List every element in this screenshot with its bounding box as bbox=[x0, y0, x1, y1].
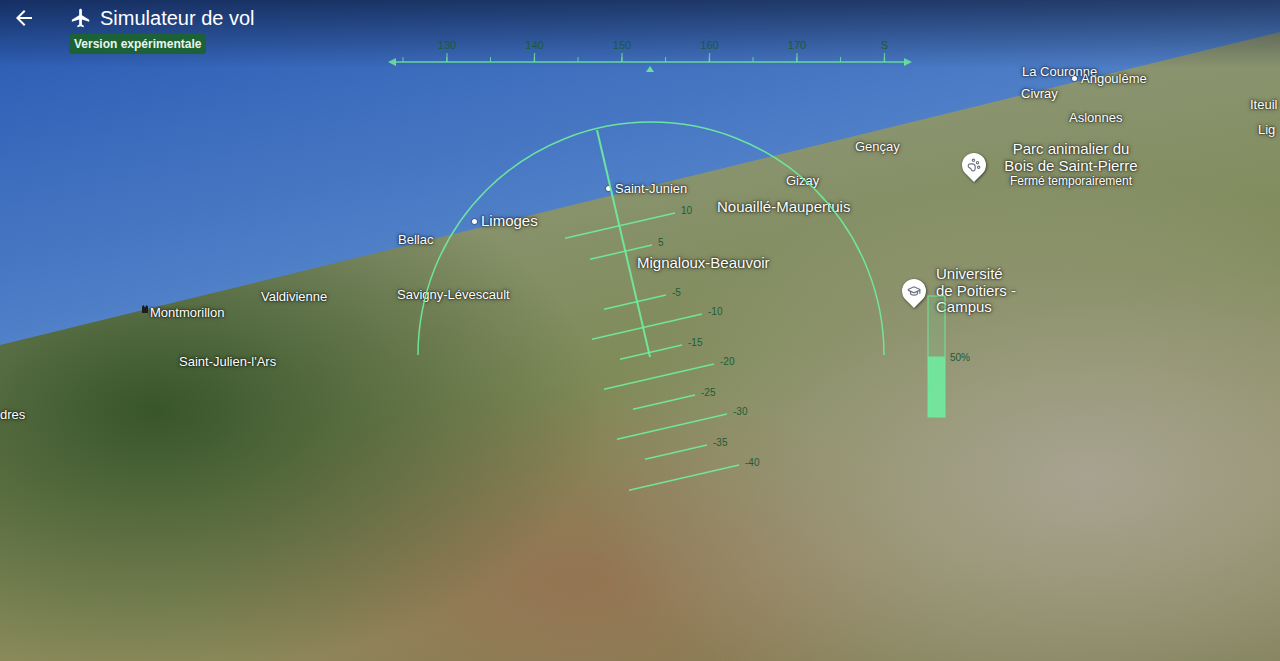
place-name: Saint-Julien-l'Ars bbox=[179, 354, 276, 370]
place-name: Mignaloux-Beauvoir bbox=[637, 254, 770, 272]
place-name: Saint-Junien bbox=[615, 181, 687, 197]
place-label[interactable]: dres bbox=[0, 407, 25, 423]
poi-label: Université de Poitiers - Campus bbox=[936, 266, 1022, 316]
place-dot-icon bbox=[606, 186, 611, 191]
throttle-gauge[interactable]: 50% bbox=[928, 296, 970, 417]
place-label[interactable]: Civray bbox=[1021, 86, 1058, 102]
experimental-badge: Version expérimentale bbox=[69, 34, 206, 54]
place-dot-icon bbox=[1072, 76, 1077, 81]
title-row: Simulateur de vol bbox=[12, 5, 255, 31]
flight-hud: 130140150160170S105-5-10-15-20-25-30-35-… bbox=[0, 0, 1280, 661]
place-label[interactable]: Montmorillon bbox=[142, 305, 224, 321]
place-label[interactable]: Saint-Junien bbox=[606, 181, 687, 197]
svg-text:-30: -30 bbox=[733, 406, 748, 417]
arrow-left-icon bbox=[12, 6, 36, 30]
park-marker[interactable]: Parc animalier du Bois de Saint-PierreFe… bbox=[962, 141, 1146, 190]
svg-text:-20: -20 bbox=[720, 356, 735, 367]
svg-text:-35: -35 bbox=[713, 437, 728, 448]
app-title: Simulateur de vol bbox=[100, 5, 255, 31]
place-name: Aslonnes bbox=[1069, 110, 1122, 126]
place-label[interactable]: Savigny-Lévescault bbox=[397, 287, 510, 303]
top-bar: Simulateur de vol Version expérimentale bbox=[0, 0, 1280, 68]
place-name: Civray bbox=[1021, 86, 1058, 102]
attitude-indicator: 10 5 -5 -10 -15 -20 -25 -30 -35 -40 bbox=[418, 122, 884, 490]
place-label[interactable]: Mignaloux-Beauvoir bbox=[637, 254, 770, 272]
svg-text:5: 5 bbox=[658, 237, 664, 248]
place-name: Gizay bbox=[786, 173, 819, 189]
place-label[interactable]: Angoulême bbox=[1072, 71, 1147, 87]
sky bbox=[0, 0, 1280, 661]
place-label[interactable]: Aslonnes bbox=[1069, 110, 1122, 126]
place-name: Nouaillé-Maupertuis bbox=[717, 198, 850, 216]
place-label[interactable]: Lig bbox=[1258, 122, 1275, 138]
pitch-line: -20 bbox=[604, 356, 735, 389]
throttle-fill bbox=[928, 357, 945, 418]
place-label[interactable]: Gençay bbox=[855, 139, 900, 155]
pitch-line: -15 bbox=[620, 337, 703, 359]
svg-text:-15: -15 bbox=[688, 337, 703, 348]
back-button[interactable] bbox=[12, 5, 36, 31]
poi-pin[interactable] bbox=[897, 274, 931, 308]
pitch-line: 5 bbox=[590, 237, 664, 259]
place-label[interactable]: Bellac bbox=[398, 232, 433, 248]
place-name: Lig bbox=[1258, 122, 1275, 138]
place-name: Angoulême bbox=[1081, 71, 1147, 87]
svg-text:-25: -25 bbox=[701, 387, 716, 398]
place-name: Valdivienne bbox=[261, 289, 327, 305]
throttle-reading: 50% bbox=[950, 352, 970, 363]
place-name: Bellac bbox=[398, 232, 433, 248]
castle-icon bbox=[142, 305, 148, 313]
place-name: Iteuil bbox=[1250, 97, 1277, 113]
pitch-line: -35 bbox=[645, 437, 728, 459]
poi-name: Parc animalier du Bois de Saint-Pierre bbox=[996, 141, 1146, 174]
place-dot-icon bbox=[472, 219, 477, 224]
poi-status: Fermé temporairement bbox=[996, 174, 1146, 190]
graduation-cap-icon bbox=[907, 284, 921, 298]
poi-label: Parc animalier du Bois de Saint-PierreFe… bbox=[996, 141, 1146, 190]
pitch-line: -10 bbox=[592, 306, 723, 339]
place-label[interactable]: Limoges bbox=[472, 212, 538, 230]
place-label[interactable]: Saint-Julien-l'Ars bbox=[179, 354, 276, 370]
poi-name: Université de Poitiers - Campus bbox=[936, 266, 1022, 316]
svg-text:-10: -10 bbox=[708, 306, 723, 317]
pitch-line: -40 bbox=[629, 457, 760, 490]
place-name: dres bbox=[0, 407, 25, 423]
paw-icon bbox=[967, 158, 981, 172]
place-label[interactable]: Gizay bbox=[786, 173, 819, 189]
place-name: Montmorillon bbox=[150, 305, 224, 321]
poi-pin[interactable] bbox=[957, 148, 991, 182]
flight-simulator-view[interactable]: La CouronneAngoulêmeCivrayAslonnesIteuil… bbox=[0, 0, 1280, 661]
place-label[interactable]: Iteuil bbox=[1250, 97, 1277, 113]
pitch-line: -5 bbox=[604, 287, 681, 309]
map-labels: La CouronneAngoulêmeCivrayAslonnesIteuil… bbox=[0, 0, 1280, 661]
campus-marker[interactable]: Université de Poitiers - Campus bbox=[902, 266, 1022, 316]
plane-icon-wrap bbox=[70, 7, 92, 29]
pitch-line: -25 bbox=[633, 387, 716, 409]
pitch-line: 10 bbox=[565, 205, 693, 238]
svg-text:-5: -5 bbox=[672, 287, 681, 298]
svg-text:10: 10 bbox=[681, 205, 693, 216]
place-name: Limoges bbox=[481, 212, 538, 230]
place-name: Savigny-Lévescault bbox=[397, 287, 510, 303]
pitch-line: -30 bbox=[617, 406, 748, 439]
svg-text:-40: -40 bbox=[745, 457, 760, 468]
place-label[interactable]: Valdivienne bbox=[261, 289, 327, 305]
place-name: Gençay bbox=[855, 139, 900, 155]
plane-icon bbox=[70, 7, 92, 29]
place-label[interactable]: Nouaillé-Maupertuis bbox=[717, 198, 850, 216]
